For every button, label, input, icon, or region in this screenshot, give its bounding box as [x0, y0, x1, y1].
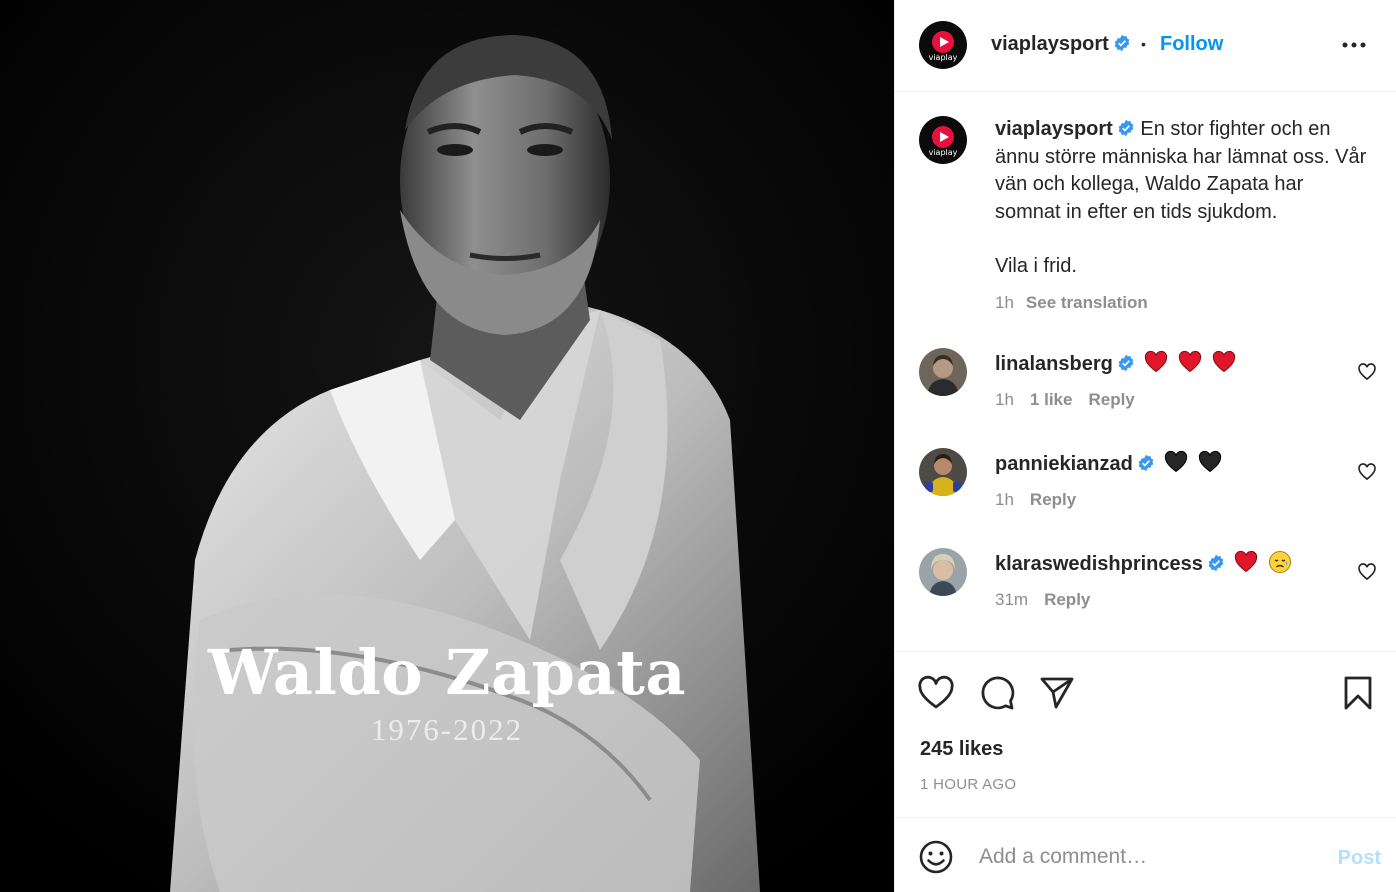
comment-body: panniekianzad [995, 450, 1222, 476]
sad-relieved-face-icon [1269, 551, 1292, 573]
comment-meta: 1h 1 like Reply [995, 390, 1151, 410]
memorial-name: Waldo Zapata [207, 636, 687, 709]
red-heart-icon [1178, 350, 1202, 373]
comment-likes[interactable]: 1 like [1030, 390, 1073, 409]
reply-button[interactable]: Reply [1088, 390, 1134, 409]
add-comment-input[interactable] [979, 840, 1309, 874]
red-heart-icon [1235, 550, 1258, 573]
comment-item: panniekianzad 1h Reply [895, 448, 1396, 538]
red-heart-icon [1212, 350, 1235, 373]
comment-item: klaraswedishprincess 31m Reply [895, 548, 1396, 638]
emoji-smile-icon[interactable] [919, 840, 953, 874]
post-caption: viaplaysport En stor fighter och en ännu… [995, 116, 1367, 316]
verified-badge-icon [1118, 119, 1134, 137]
commenter-avatar[interactable] [919, 548, 967, 596]
commenter-avatar[interactable] [919, 448, 967, 496]
caption-avatar[interactable]: viaplay [919, 116, 967, 164]
post-header: viaplay viaplaysport • Follow [895, 0, 1396, 92]
verified-badge-icon [1138, 454, 1154, 472]
reply-button[interactable]: Reply [1044, 590, 1090, 609]
follow-button[interactable]: Follow [1160, 33, 1223, 56]
comment-meta: 31m Reply [995, 590, 1106, 610]
like-comment-heart-icon[interactable] [1357, 462, 1377, 482]
memorial-years: 1976-2022 [370, 712, 524, 747]
more-horizontal-icon[interactable] [1341, 33, 1367, 57]
see-translation-link[interactable]: See translation [1026, 293, 1148, 312]
like-comment-heart-icon[interactable] [1357, 362, 1377, 382]
viaplay-logo-icon [932, 126, 954, 148]
comment-body: klaraswedishprincess [995, 550, 1292, 576]
caption-username[interactable]: viaplaysport [995, 118, 1113, 140]
comment-username[interactable]: linalansberg [995, 353, 1113, 375]
comment-time[interactable]: 31m [995, 590, 1028, 609]
verified-badge-icon [1114, 34, 1130, 52]
viaplay-logo-icon [932, 31, 954, 53]
black-heart-icon [1198, 450, 1222, 473]
caption-meta: 1h See translation [995, 289, 1367, 317]
author-avatar[interactable]: viaplay [919, 21, 967, 69]
comment-bubble-icon[interactable] [978, 674, 1016, 712]
avatar-wordmark: viaplay [928, 53, 958, 62]
post-actions: 245 likes 1 HOUR AGO [895, 652, 1396, 818]
avatar-wordmark: viaplay [928, 148, 958, 157]
header-username[interactable]: viaplaysport [991, 33, 1109, 55]
header-separator: • [1141, 36, 1146, 52]
portrait-photo [0, 0, 894, 892]
comments-section[interactable]: viaplay viaplaysport En stor fighter och… [895, 92, 1396, 652]
like-comment-heart-icon[interactable] [1357, 562, 1377, 582]
post-image[interactable]: Waldo Zapata 1976-2022 [0, 0, 894, 892]
comment-body: linalansberg [995, 350, 1236, 376]
likes-count[interactable]: 245 likes [920, 738, 1003, 761]
verified-badge-icon [1118, 354, 1134, 372]
post-side-panel: viaplay viaplaysport • Follow viaplay vi… [894, 0, 1396, 892]
share-send-icon[interactable] [1038, 674, 1076, 712]
red-heart-icon [1145, 350, 1168, 373]
comment-username[interactable]: panniekianzad [995, 453, 1133, 475]
comment-meta: 1h Reply [995, 490, 1092, 510]
post-comment-button[interactable]: Post [1338, 847, 1381, 870]
header-username-wrap: viaplaysport [991, 33, 1131, 56]
add-comment-bar: Post [895, 818, 1396, 892]
caption-text-2: Vila i frid. [995, 255, 1077, 277]
caption-time[interactable]: 1h [995, 293, 1014, 312]
commenter-avatar[interactable] [919, 348, 967, 396]
reply-button[interactable]: Reply [1030, 490, 1076, 509]
comment-username[interactable]: klaraswedishprincess [995, 553, 1203, 575]
comment-time[interactable]: 1h [995, 490, 1014, 509]
like-heart-icon[interactable] [917, 674, 955, 712]
post-timestamp[interactable]: 1 HOUR AGO [920, 776, 1016, 793]
save-bookmark-icon[interactable] [1339, 674, 1377, 712]
comment-item: linalansberg 1h 1 like Reply [895, 348, 1396, 438]
comment-time[interactable]: 1h [995, 390, 1014, 409]
black-heart-icon [1165, 450, 1188, 473]
verified-badge-icon [1208, 554, 1224, 572]
